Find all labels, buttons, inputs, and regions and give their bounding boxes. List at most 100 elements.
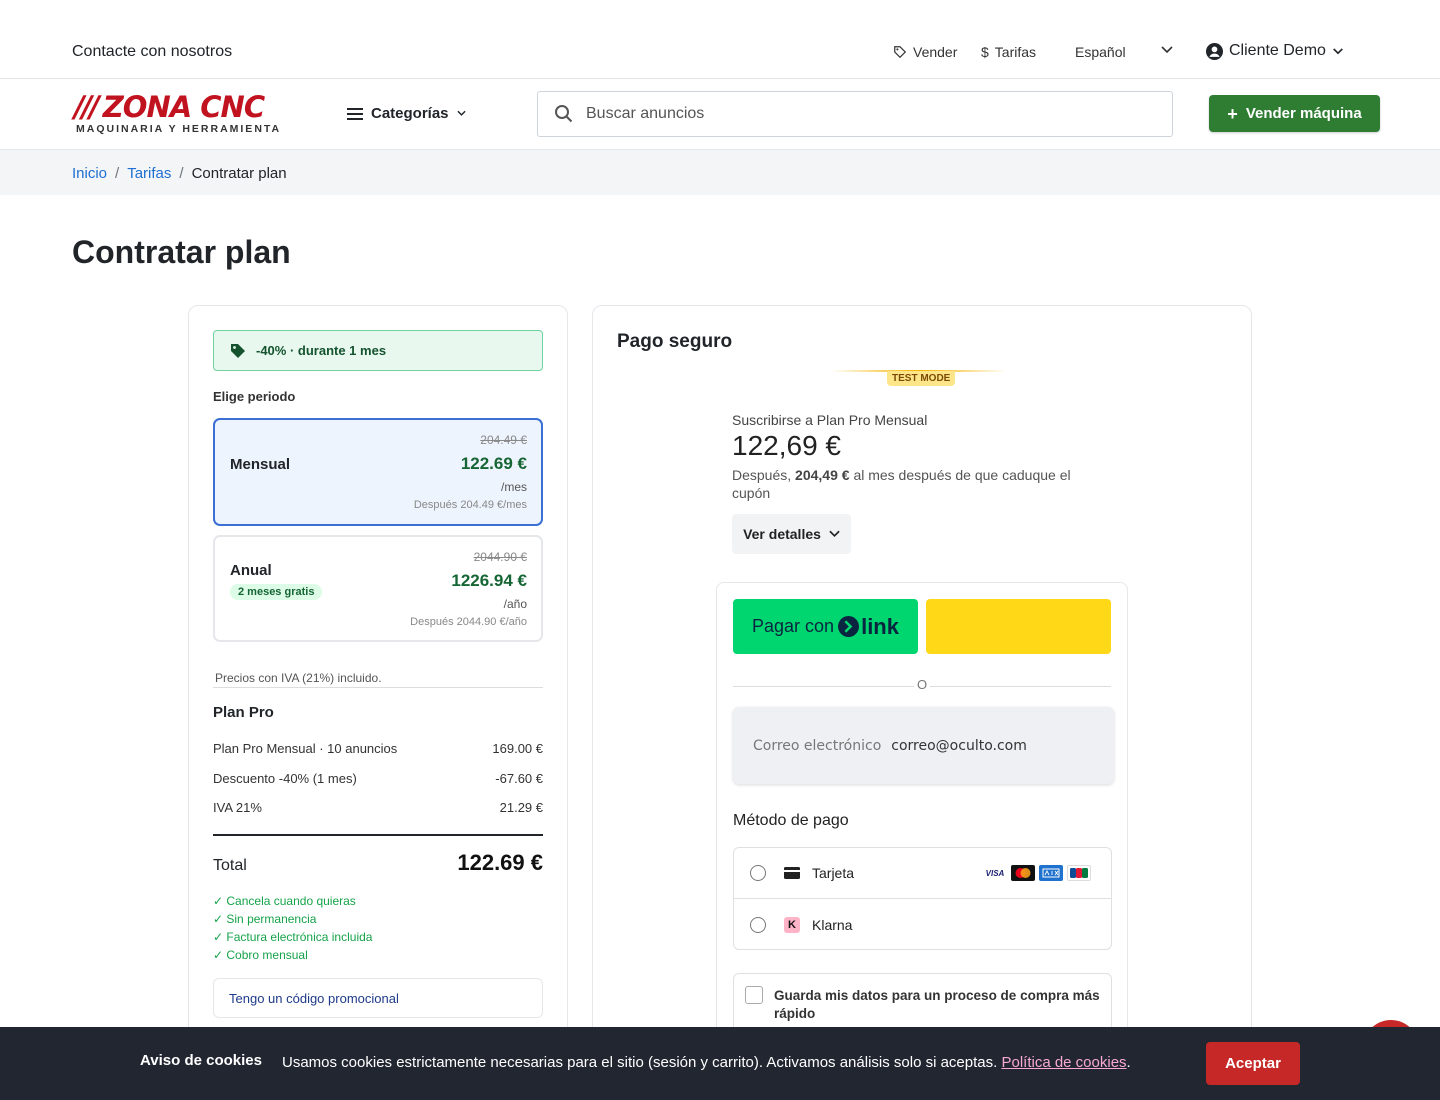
chevron-down-icon (829, 530, 840, 538)
method-label: Klarna (812, 916, 853, 933)
plan-summary-card: -40% · durante 1 mes Elige periodo Mensu… (188, 305, 568, 1065)
option-old-price: 204.49 € (480, 433, 527, 447)
line-value: 169.00 € (492, 741, 543, 756)
promo-text: -40% · durante 1 mes (256, 343, 387, 358)
divider (213, 687, 543, 688)
language-label: Español (1075, 44, 1126, 60)
breadcrumb-separator: / (179, 165, 184, 182)
categories-menu[interactable]: Categorías (347, 105, 466, 122)
plan-title: Plan Pro (213, 704, 274, 721)
benefits-list: ✓ Cancela cuando quieras ✓ Sin permanenc… (213, 892, 372, 964)
payment-methods: Tarjeta VISA K Klarna (733, 847, 1112, 950)
breadcrumb-home[interactable]: Inicio (72, 165, 107, 182)
cookie-policy-link[interactable]: Política de cookies (1001, 1054, 1126, 1071)
plus-icon: + (1227, 103, 1238, 124)
credit-card-icon (784, 865, 800, 881)
payment-method-card[interactable]: Tarjeta VISA (734, 848, 1111, 899)
mastercard-icon (1011, 865, 1035, 881)
klarna-icon: K (784, 916, 800, 933)
tag-icon (231, 343, 245, 358)
summary-line: Plan Pro Mensual · 10 anuncios 169.00 € (213, 741, 543, 756)
visa-icon: VISA (983, 865, 1007, 881)
checkout-form: Pagar con link O Correo electrónico corr… (716, 582, 1128, 1052)
breadcrumb-tariffs[interactable]: Tarifas (127, 165, 171, 182)
user-menu[interactable]: Cliente Demo (1206, 42, 1344, 60)
accept-cookies-button[interactable]: Aceptar (1206, 1042, 1300, 1085)
link-arrow-icon (838, 616, 860, 637)
subscription-after-note: Después, 204,49 € al mes después de que … (732, 467, 1071, 501)
details-label: Ver detalles (743, 526, 821, 542)
search-box (537, 91, 1173, 137)
radio-button[interactable] (750, 865, 766, 881)
logo[interactable]: ///ZONA CNC MAQUINARIA Y HERRAMIENTA (74, 93, 294, 137)
sell-link[interactable]: Vender (893, 44, 957, 60)
option-price: 1226.94 € (451, 571, 527, 590)
breadcrumb-bar: Inicio / Tarifas / Contratar plan (0, 150, 1440, 195)
cookie-banner: Aviso de cookies Usamos cookies estricta… (0, 1027, 1440, 1100)
card-brands: VISA (983, 865, 1091, 881)
cookie-message: Usamos cookies estrictamente necesarias … (282, 1054, 1131, 1071)
payment-method-title: Método de pago (733, 812, 849, 829)
logo-tagline: MAQUINARIA Y HERRAMIENTA (76, 123, 282, 135)
line-label: IVA 21% (213, 800, 262, 815)
or-separator: O (914, 677, 930, 692)
amex-icon (1039, 865, 1063, 881)
total-label: Total (213, 857, 247, 874)
period-option-annual[interactable]: Anual 2 meses gratis 2044.90 € 1226.94 €… (213, 535, 543, 642)
vat-note: Precios con IVA (21%) incluido. (215, 671, 382, 685)
summary-line: IVA 21% 21.29 € (213, 800, 543, 815)
save-details-checkbox[interactable] (745, 986, 763, 1004)
email-field[interactable]: Correo electrónico correo@oculto.com (733, 707, 1114, 784)
promo-code-button[interactable]: Tengo un código promocional (213, 978, 543, 1018)
tag-icon (894, 46, 907, 59)
benefit-item: ✓ Cobro mensual (213, 948, 308, 962)
test-mode-badge: TEST MODE (887, 371, 956, 386)
pay-with-link-button[interactable]: Pagar con link (733, 599, 918, 654)
breadcrumb-current: Contratar plan (191, 165, 287, 182)
express-pay-button[interactable] (926, 599, 1111, 654)
user-name: Cliente Demo (1229, 42, 1326, 59)
period-label: Elige periodo (213, 389, 296, 404)
subscription-label: Suscribirse a Plan Pro Mensual (732, 412, 928, 428)
radio-button[interactable] (750, 916, 766, 933)
language-select[interactable]: Español (1075, 44, 1126, 60)
jcb-icon (1067, 865, 1091, 881)
search-input[interactable] (586, 105, 1146, 123)
sell-machine-button[interactable]: + Vender máquina (1209, 95, 1380, 132)
method-label: Tarjeta (812, 865, 855, 881)
cookie-title: Aviso de cookies (140, 1052, 262, 1069)
sell-machine-label: Vender máquina (1245, 105, 1362, 122)
option-name: Mensual (230, 456, 291, 473)
details-button[interactable]: Ver detalles (732, 514, 851, 554)
chevron-down-icon[interactable] (1160, 45, 1174, 55)
payment-card: Pago seguro TEST MODE Suscribirse a Plan… (592, 305, 1252, 1065)
email-value: correo@oculto.com (891, 737, 1027, 754)
tariffs-link[interactable]: $ Tarifas (981, 44, 1036, 60)
categories-label: Categorías (371, 105, 449, 122)
promo-banner: -40% · durante 1 mes (213, 330, 543, 371)
benefit-item: ✓ Cancela cuando quieras (213, 894, 356, 908)
line-label: Plan Pro Mensual · 10 anuncios (213, 741, 398, 756)
option-old-price: 2044.90 € (473, 550, 527, 564)
hamburger-icon (347, 107, 363, 120)
option-unit: /año (503, 597, 527, 611)
benefit-item: ✓ Sin permanencia (213, 912, 317, 926)
line-value: 21.29 € (499, 800, 543, 815)
period-option-monthly[interactable]: Mensual 204.49 € 122.69 € /mes Después 2… (213, 418, 543, 526)
option-after-price: Después 204.49 €/mes (413, 499, 527, 511)
payment-method-klarna[interactable]: K Klarna (734, 899, 1111, 950)
chevron-down-icon (456, 110, 466, 116)
user-icon (1206, 42, 1223, 60)
top-bar: Contacte con nosotros Vender $ Tarifas E… (0, 0, 1440, 79)
main-navbar: ///ZONA CNC MAQUINARIA Y HERRAMIENTA Cat… (0, 79, 1440, 150)
contact-link[interactable]: Contacte con nosotros (72, 43, 232, 61)
option-after-price: Después 2044.90 €/año (410, 616, 527, 628)
breadcrumb-separator: / (115, 165, 120, 182)
option-price: 122.69 € (460, 454, 527, 473)
breadcrumb: Inicio / Tarifas / Contratar plan (72, 165, 287, 182)
line-value: -67.60 € (495, 771, 543, 786)
total-divider (213, 834, 543, 836)
benefit-item: ✓ Factura electrónica incluida (213, 930, 373, 944)
option-unit: /mes (500, 480, 527, 494)
tariffs-link-label: Tarifas (994, 44, 1037, 60)
